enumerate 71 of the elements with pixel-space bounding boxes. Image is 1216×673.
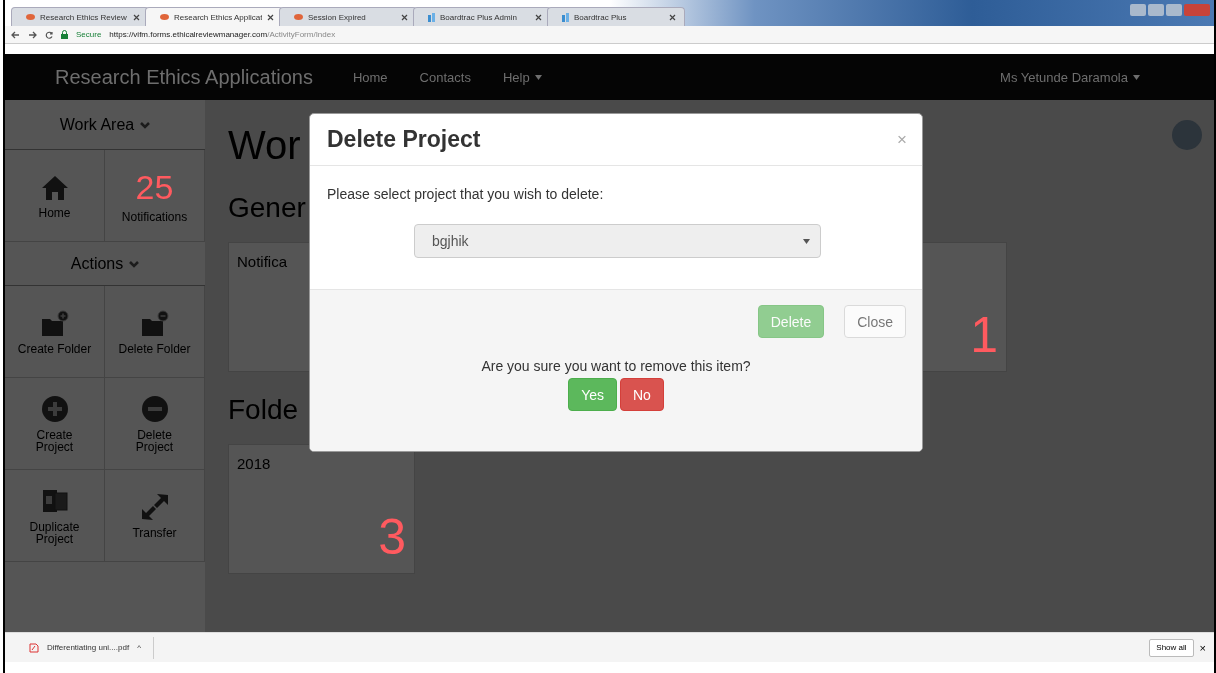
tile-label: Create Project: [35, 428, 74, 453]
browser-tab[interactable]: Boardtrac Plus: [547, 7, 685, 26]
tile-label: Transfer: [132, 526, 177, 539]
chevron-down-icon: [129, 259, 140, 268]
tile-label: Create Folder: [17, 342, 92, 355]
tab-title: Boardtrac Plus Admin: [440, 12, 518, 22]
tab-title: Research Ethics Applicat: [174, 12, 262, 22]
pdf-icon: [29, 642, 39, 653]
nav-link[interactable]: Contacts: [419, 69, 471, 85]
tile-label: Notifications: [121, 210, 188, 223]
tab-title: Session Expired: [308, 12, 367, 22]
close-icon[interactable]: [535, 13, 542, 21]
section-heading: Gener: [228, 191, 306, 225]
notification-count: 25: [135, 168, 174, 205]
user-menu[interactable]: Ms Yetunde Daramola: [1000, 69, 1140, 85]
minus-circle-icon: [140, 394, 169, 423]
section-title[interactable]: Work Area: [59, 115, 135, 134]
card-count: 3: [378, 511, 406, 563]
speech-bubble-icon: [26, 13, 35, 21]
nav-link[interactable]: Help: [502, 69, 542, 85]
close-icon[interactable]: [267, 13, 274, 21]
folder-plus-icon: [40, 308, 69, 337]
secure-label: Secure: [76, 30, 102, 39]
caret-icon[interactable]: ^: [137, 643, 141, 652]
folder-minus-icon: [140, 308, 169, 337]
plus-circle-icon: [40, 394, 69, 423]
sidebar-tile[interactable]: Create Project: [5, 378, 105, 470]
tab-title: Research Ethics Review: [40, 12, 128, 22]
tile-label: Delete Folder: [118, 342, 191, 355]
bars-icon: [428, 12, 435, 22]
section-heading: Folde: [228, 393, 299, 427]
speech-bubble-icon: [160, 13, 169, 21]
show-all-button[interactable]: Show all: [1149, 638, 1194, 657]
dialog-title: Delete Project: [327, 126, 481, 153]
download-file[interactable]: Differentiating uni....pdf: [47, 643, 130, 652]
arrows-icon: [140, 492, 169, 521]
sidebar-tile[interactable]: Duplicate Project: [5, 470, 105, 562]
close-icon[interactable]: [133, 13, 140, 21]
sidebar-tile[interactable]: Home: [5, 150, 105, 242]
confirm-message: Are you sure you want to remove this item?: [481, 358, 751, 374]
card-count: 1: [970, 309, 998, 361]
nav-link[interactable]: Home: [352, 69, 388, 85]
back-icon[interactable]: [11, 30, 20, 39]
tile-label: Duplicate Project: [29, 520, 80, 545]
card-title: Notifica: [237, 253, 289, 270]
tile-label: Delete Project: [135, 428, 174, 453]
summary-card[interactable]: 2018 3: [228, 444, 415, 574]
speech-bubble-icon: [294, 13, 303, 21]
forward-icon[interactable]: [28, 30, 37, 39]
card-title: 2018: [237, 455, 272, 472]
close-button[interactable]: ×: [1197, 641, 1208, 654]
tile-label: Home: [38, 206, 71, 219]
no-button[interactable]: No: [619, 378, 664, 411]
close-button[interactable]: ×: [897, 129, 907, 150]
close-icon[interactable]: [401, 13, 408, 21]
project-select[interactable]: bgjhik: [414, 224, 821, 258]
section-title[interactable]: Actions: [70, 254, 124, 273]
app-brand[interactable]: Research Ethics Applications: [55, 65, 313, 89]
chevron-down-icon: [140, 120, 151, 129]
reload-icon[interactable]: [45, 30, 53, 39]
yes-button[interactable]: Yes: [568, 378, 617, 411]
sidebar-tile[interactable]: Create Folder: [5, 286, 105, 378]
tab-title: Boardtrac Plus: [574, 12, 628, 22]
caret-icon: [1133, 74, 1140, 80]
lock-icon: [61, 30, 68, 39]
dialog-prompt: Please select project that you wish to delete:: [327, 186, 605, 202]
url-field[interactable]: https://vifm.forms.ethicalreviewmanager.com/ActivityForm/Index: [109, 30, 336, 39]
page-title: Wor: [228, 122, 301, 169]
caret-icon: [803, 238, 810, 244]
bars-icon: [562, 12, 569, 22]
close-icon[interactable]: [669, 13, 676, 21]
